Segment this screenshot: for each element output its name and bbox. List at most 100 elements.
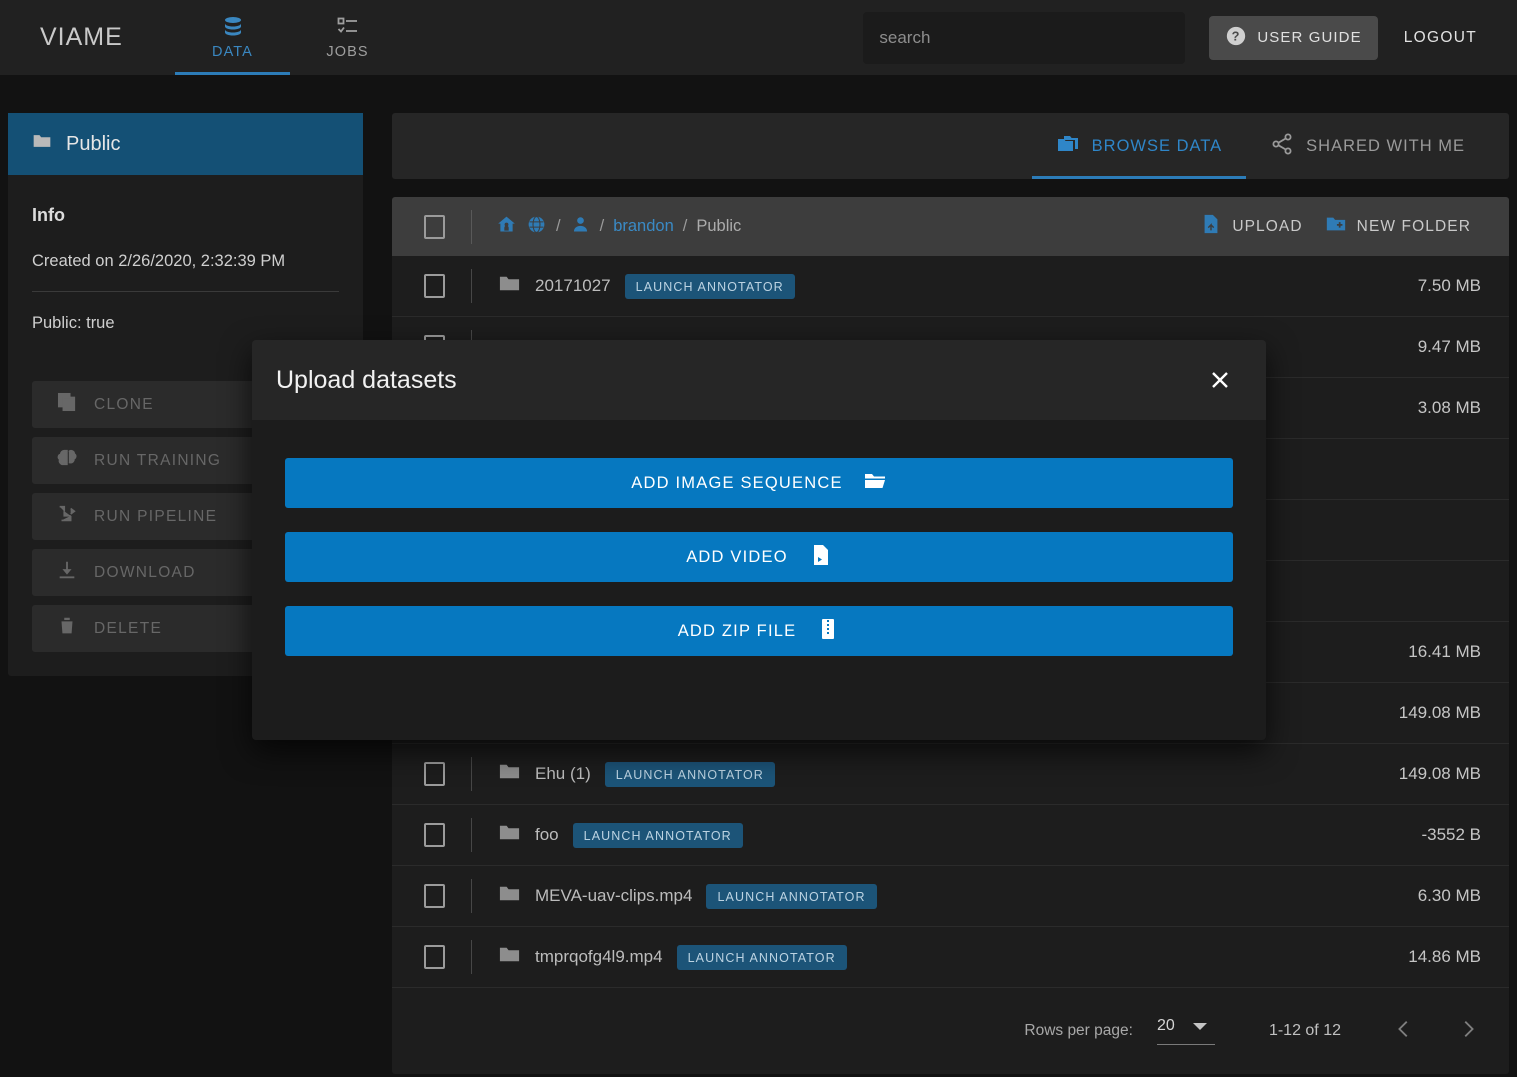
pipeline-icon (56, 503, 78, 530)
breadcrumb-user[interactable]: brandon (613, 217, 674, 236)
close-icon[interactable] (1198, 358, 1242, 402)
upload-button[interactable]: UPLOAD (1200, 213, 1302, 240)
rows-per-page-value: 20 (1156, 1017, 1175, 1034)
launch-annotator-badge[interactable]: LAUNCH ANNOTATOR (572, 822, 743, 848)
dialog-title: Upload datasets (276, 365, 457, 394)
row-size: 9.47 MB (1417, 337, 1481, 356)
add-image-sequence-label: ADD IMAGE SEQUENCE (631, 473, 843, 492)
folder-icon (32, 131, 52, 157)
folder-icon (498, 760, 521, 788)
add-video-button[interactable]: ADD VIDEO (285, 532, 1233, 582)
person-icon[interactable] (570, 214, 591, 240)
new-folder-label: NEW FOLDER (1356, 217, 1471, 235)
add-video-label: ADD VIDEO (686, 547, 788, 566)
table-row[interactable]: MEVA-uav-clips.mp4 LAUNCH ANNOTATOR 6.30 M… (392, 866, 1509, 927)
search-input[interactable] (879, 27, 1170, 48)
dialog-header: Upload datasets (252, 340, 1266, 420)
select-all-checkbox[interactable] (424, 214, 445, 239)
table-row[interactable]: 20171027 LAUNCH ANNOTATOR 7.50 MB (392, 256, 1509, 317)
row-checkbox[interactable] (424, 823, 445, 847)
brain-icon (56, 447, 78, 474)
row-checkbox[interactable] (424, 884, 445, 908)
svg-text:?: ? (1232, 28, 1241, 43)
launch-annotator-badge[interactable]: LAUNCH ANNOTATOR (624, 273, 795, 299)
rows-per-page-select[interactable]: 20 (1156, 1017, 1215, 1045)
table-row[interactable]: Ehu (1) LAUNCH ANNOTATOR 149.08 MB (392, 744, 1509, 805)
row-name[interactable]: tmprqofg4l9.mp4 (535, 947, 663, 967)
row-divider (471, 818, 472, 852)
row-size: -3552 B (1421, 825, 1481, 844)
previous-page-button[interactable] (1393, 1018, 1415, 1045)
tab-browse-data-label: BROWSE DATA (1091, 136, 1223, 155)
row-divider (471, 269, 472, 303)
breadcrumb-current: Public (696, 217, 742, 235)
row-name[interactable]: 20171027 (535, 276, 611, 296)
row-name[interactable]: foo (535, 825, 559, 845)
add-zip-file-button[interactable]: ADD ZIP FILE (285, 606, 1233, 656)
row-name[interactable]: MEVA-uav-clips.mp4 (535, 886, 692, 906)
next-page-button[interactable] (1457, 1018, 1479, 1045)
row-size: 16.41 MB (1408, 642, 1481, 661)
user-guide-button[interactable]: ? USER GUIDE (1209, 15, 1378, 60)
folder-icon (498, 882, 521, 910)
upload-datasets-dialog: Upload datasets ADD IMAGE SEQUENCE ADD V… (252, 340, 1266, 740)
sidebar-folder-name: Public (66, 132, 121, 155)
launch-annotator-badge[interactable]: LAUNCH ANNOTATOR (676, 944, 847, 970)
row-size: 7.50 MB (1417, 276, 1481, 295)
run-pipeline-label: RUN PIPELINE (94, 507, 218, 525)
logout-button[interactable]: LOGOUT (1404, 29, 1477, 47)
row-name[interactable]: Ehu (1) (535, 764, 591, 784)
row-name-cell: 20171027 LAUNCH ANNOTATOR (498, 272, 795, 300)
launch-annotator-badge[interactable]: LAUNCH ANNOTATOR (706, 883, 877, 909)
add-zip-file-label: ADD ZIP FILE (677, 621, 797, 640)
help-icon: ? (1225, 25, 1247, 51)
new-folder-button[interactable]: NEW FOLDER (1325, 213, 1471, 240)
launch-annotator-badge[interactable]: LAUNCH ANNOTATOR (604, 761, 775, 787)
folder-copy-icon (1056, 132, 1080, 161)
chevron-left-icon (1398, 1020, 1408, 1037)
sidebar-folder-header[interactable]: Public (8, 113, 363, 175)
home-icon[interactable] (496, 214, 517, 240)
download-icon (56, 559, 78, 586)
copy-icon (56, 391, 78, 418)
download-label: DOWNLOAD (94, 563, 196, 581)
search-box[interactable] (863, 11, 1186, 64)
row-divider (471, 757, 472, 791)
folder-icon (498, 272, 521, 300)
row-size: 3.08 MB (1417, 398, 1481, 417)
file-toolbar: / / brandon / Public UPLOAD NEW FOLDER (392, 197, 1509, 256)
row-size: 149.08 MB (1398, 764, 1481, 783)
main-nav-tabs: DATA JOBS (175, 0, 405, 75)
row-name-cell: tmprqofg4l9.mp4 LAUNCH ANNOTATOR (498, 943, 847, 971)
sidebar-info-title: Info (32, 205, 65, 225)
row-name-cell: MEVA-uav-clips.mp4 LAUNCH ANNOTATOR (498, 882, 877, 910)
row-checkbox[interactable] (424, 762, 445, 786)
share-icon (1270, 132, 1294, 161)
tab-data[interactable]: DATA (175, 0, 290, 75)
row-divider (471, 879, 472, 913)
page-range: 1-12 of 12 (1268, 1022, 1341, 1039)
globe-icon[interactable] (526, 214, 547, 240)
add-image-sequence-button[interactable]: ADD IMAGE SEQUENCE (285, 458, 1233, 508)
panel-tabs: BROWSE DATA SHARED WITH ME (392, 113, 1509, 179)
table-row[interactable]: foo LAUNCH ANNOTATOR -3552 B (392, 805, 1509, 866)
table-row[interactable]: tmprqofg4l9.mp4 LAUNCH ANNOTATOR 14.86 MB (392, 927, 1509, 988)
row-checkbox[interactable] (424, 274, 445, 298)
upload-file-icon (1200, 213, 1222, 240)
pagination-bar: Rows per page: 20 1-12 of 12 (392, 988, 1509, 1074)
tab-jobs[interactable]: JOBS (290, 0, 405, 75)
user-guide-label: USER GUIDE (1257, 29, 1362, 46)
tab-browse-data[interactable]: BROWSE DATA (1031, 113, 1247, 179)
clone-label: CLONE (94, 395, 154, 413)
folder-icon (498, 943, 521, 971)
app-brand: VIAME (40, 23, 123, 51)
toolbar-divider (471, 209, 472, 244)
row-name-cell: Ehu (1) LAUNCH ANNOTATOR (498, 760, 775, 788)
dialog-body: ADD IMAGE SEQUENCE ADD VIDEO ADD ZIP FIL… (252, 420, 1266, 656)
row-divider (471, 940, 472, 974)
tab-shared-with-me[interactable]: SHARED WITH ME (1246, 113, 1489, 179)
folder-open-icon (863, 469, 887, 498)
row-checkbox[interactable] (424, 945, 445, 969)
checklist-icon (336, 15, 360, 39)
chevron-down-icon (1192, 1022, 1207, 1030)
